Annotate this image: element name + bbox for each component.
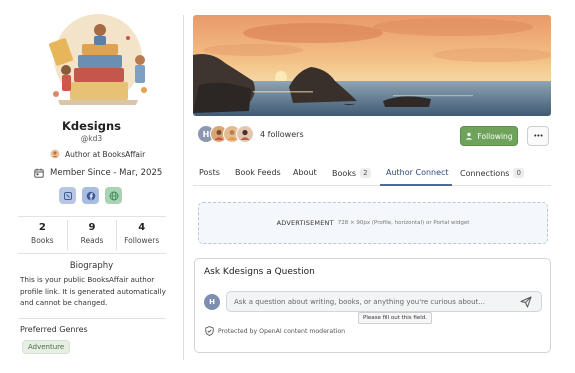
profile-tabs: Posts Book Feeds About Books 2 Author Co… [193,160,551,186]
website-link[interactable] [105,187,122,204]
shield-icon [205,326,214,336]
followers-row[interactable]: H 4 followers [197,125,304,143]
stat-books-value: 2 [38,222,46,233]
stat-reads-label: Reads [80,236,104,245]
stat-followers[interactable]: 4 Followers [117,220,166,250]
tab-posts-label: Posts [199,168,220,177]
send-icon[interactable] [520,296,532,308]
more-options-button[interactable]: ••• [527,126,549,146]
sidebar-divider [183,15,184,360]
stat-followers-label: Followers [124,236,160,245]
stat-followers-value: 4 [138,222,146,233]
profile-handle: @kd3 [80,134,103,143]
tab-about[interactable]: About [293,168,317,177]
biography-heading: Biography [69,261,114,271]
stat-reads[interactable]: 9 Reads [68,220,118,250]
active-tab-indicator [380,184,452,186]
social-links [59,187,122,204]
profile-sidebar: Kdesigns @kd3 Author at BooksAffair Memb… [0,0,183,373]
advertisement-size: 728 × 90px (Profile, horizontal) or Port… [337,220,470,226]
facebook-link[interactable] [82,187,99,204]
profile-stats: 2 Books 9 Reads 4 Followers [18,220,166,250]
tab-books[interactable]: Books 2 [332,168,371,178]
ask-question-title: Ask Kdesigns a Question [204,267,315,277]
goodreads-link[interactable] [59,187,76,204]
following-button-label: Following [477,131,513,141]
member-since: Member Since - Mar, 2025 [34,168,162,178]
genre-tag[interactable]: Adventure [22,340,71,354]
advertisement-label: ADVERTISEMENT [276,219,334,227]
tab-author-connect-label: Author Connect [386,168,449,177]
author-affiliation: Author at BooksAffair [50,149,145,159]
stat-books[interactable]: 2 Books [18,220,68,250]
tab-books-label: Books [332,168,357,178]
author-illustration [49,14,147,105]
stat-books-label: Books [31,236,54,245]
preferred-genres-heading: Preferred Genres [20,325,88,334]
biography-text: This is your public BooksAffair author p… [20,275,166,307]
goodreads-icon [63,191,72,200]
stat-reads-value: 9 [88,222,96,233]
moderation-note: Protected by OpenAI content moderation [205,326,345,336]
advertisement-slot[interactable]: ADVERTISEMENT 728 × 90px (Profile, horiz… [198,202,548,244]
divider [18,318,166,319]
divider [18,216,166,217]
question-input[interactable] [226,291,542,312]
facebook-icon [86,191,95,200]
member-since-label: Member Since - Mar, 2025 [50,168,163,178]
tab-connections-count: 0 [513,168,524,178]
tab-posts[interactable]: Posts [199,168,220,177]
more-options-icon: ••• [533,132,543,140]
validation-tooltip: Please fill out this field. [358,312,433,324]
tab-book-feeds-label: Book Feeds [235,168,281,177]
user-avatar: H [204,294,220,310]
author-badge-icon [50,149,60,159]
tab-connections-label: Connections [460,168,510,178]
tab-author-connect[interactable]: Author Connect [386,168,449,177]
divider [18,253,166,254]
followers-count: 4 followers [260,129,304,139]
tab-books-count: 2 [360,168,371,178]
profile-name: Kdesigns [62,119,121,133]
following-button[interactable]: Following [460,126,518,146]
tab-connections[interactable]: Connections 0 [460,168,524,178]
calendar-icon [34,168,44,178]
moderation-note-label: Protected by OpenAI content moderation [218,327,346,335]
website-icon [109,191,118,200]
follower-avatar [236,125,254,143]
author-affiliation-label: Author at BooksAffair [65,149,146,159]
tab-book-feeds[interactable]: Book Feeds [235,168,281,177]
user-icon [466,132,473,140]
profile-banner [193,15,551,116]
tab-about-label: About [293,168,317,177]
avatar-icon [240,129,250,140]
ask-question-card: Ask Kdesigns a Question H Please fill ou… [194,258,551,353]
